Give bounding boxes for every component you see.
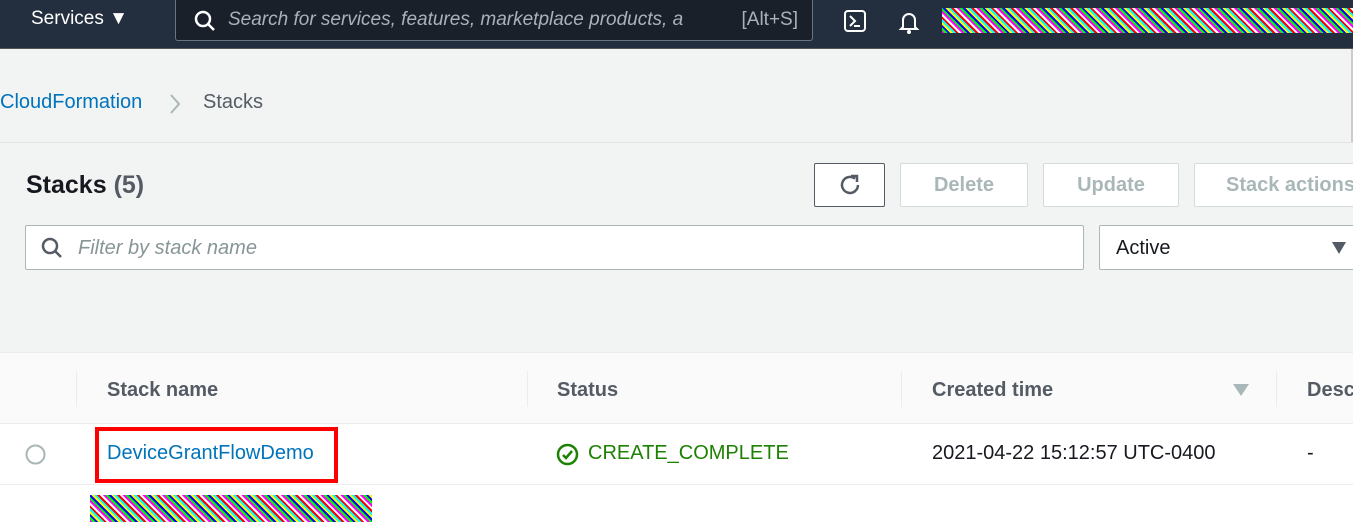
update-button[interactable]: Update xyxy=(1043,163,1179,207)
stack-name-link[interactable]: DeviceGrantFlowDemo xyxy=(107,442,314,465)
redacted-account-info xyxy=(942,8,1353,33)
description: - xyxy=(1307,442,1314,464)
status-filter-select[interactable]: Active xyxy=(1099,225,1353,270)
table-header: Stack name Status Created time Desc xyxy=(0,352,1353,424)
global-search[interactable]: Search for services, features, marketpla… xyxy=(175,0,813,41)
search-icon xyxy=(194,10,215,31)
filter-placeholder: Filter by stack name xyxy=(78,237,257,259)
row-radio[interactable] xyxy=(25,444,46,465)
refresh-icon xyxy=(840,174,859,195)
page-title: Stacks (5) xyxy=(26,171,145,199)
created-time: 2021-04-22 15:12:57 UTC-0400 xyxy=(932,442,1216,464)
top-nav: Services ▼ Search for services, features… xyxy=(0,0,1353,49)
search-icon xyxy=(41,237,62,258)
column-description[interactable]: Desc xyxy=(1307,379,1353,402)
column-created-time[interactable]: Created time xyxy=(932,379,1053,402)
refresh-button[interactable] xyxy=(814,163,885,207)
caret-down-icon xyxy=(1332,242,1346,254)
status-text: CREATE_COMPLETE xyxy=(588,442,789,464)
delete-button[interactable]: Delete xyxy=(900,163,1028,207)
select-value: Active xyxy=(1116,237,1171,259)
chevron-right-icon xyxy=(170,94,181,114)
column-status[interactable]: Status xyxy=(557,379,618,402)
redacted-row xyxy=(90,495,372,522)
table-body-rest xyxy=(0,485,1353,522)
cloudshell-icon[interactable] xyxy=(843,9,867,33)
stack-count: (5) xyxy=(113,171,145,199)
filter-input[interactable]: Filter by stack name xyxy=(25,225,1084,270)
breadcrumb-cloudformation[interactable]: CloudFormation xyxy=(0,91,142,114)
column-stack-name[interactable]: Stack name xyxy=(107,379,218,402)
search-shortcut: [Alt+S] xyxy=(741,9,799,30)
services-menu[interactable]: Services ▼ xyxy=(31,8,128,30)
sort-descending-icon[interactable] xyxy=(1233,384,1249,396)
bell-icon[interactable] xyxy=(897,9,921,35)
search-placeholder: Search for services, features, marketpla… xyxy=(228,9,684,30)
table-row: DeviceGrantFlowDemo CREATE_COMPLETE 2021… xyxy=(0,424,1353,485)
success-check-icon xyxy=(556,443,579,466)
breadcrumb-stacks: Stacks xyxy=(203,91,264,113)
stack-actions-button[interactable]: Stack actions xyxy=(1194,163,1353,207)
